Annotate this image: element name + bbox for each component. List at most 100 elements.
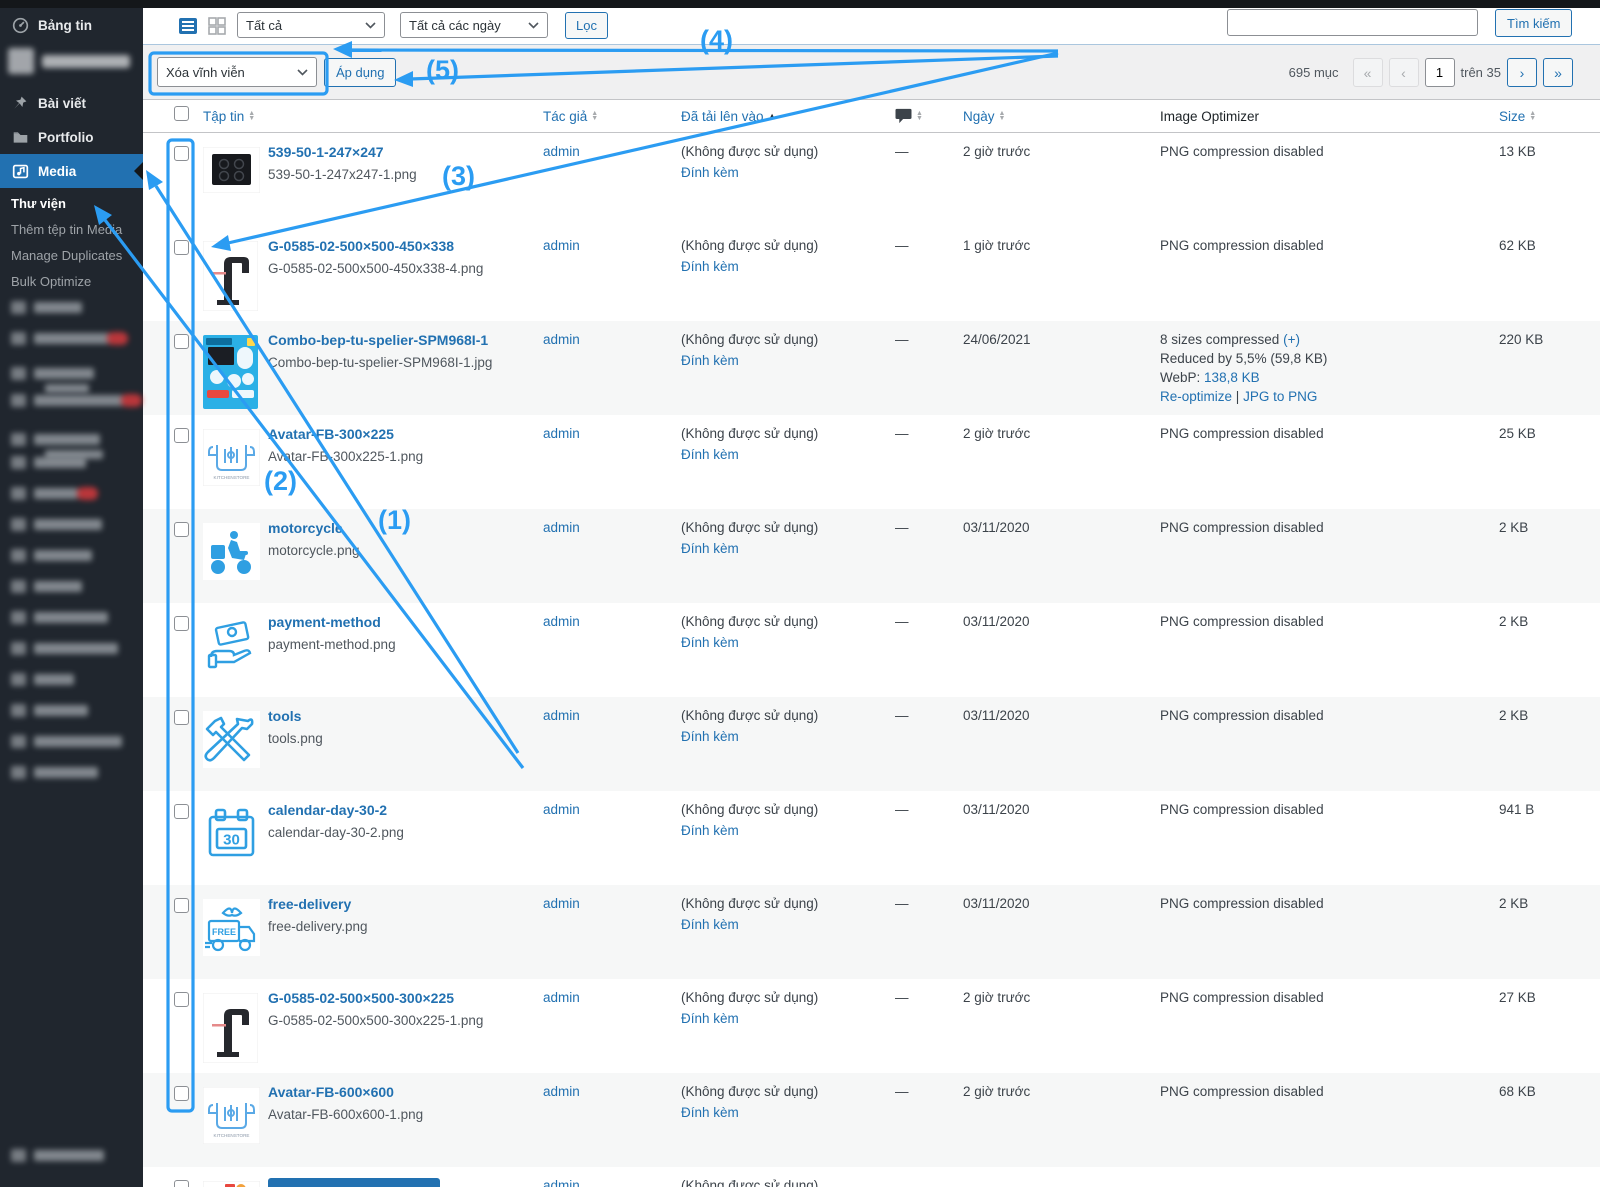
- column-header-comments[interactable]: ▲▼: [895, 108, 963, 124]
- submenu-item-bulk-optimize[interactable]: Bulk Optimize: [0, 268, 143, 294]
- comments-value: —: [895, 697, 963, 791]
- sidebar-item-media[interactable]: Media: [0, 154, 143, 188]
- attach-link[interactable]: Đính kèm: [681, 635, 739, 650]
- attach-link[interactable]: Đính kèm: [681, 729, 739, 744]
- optimizer-expand-link[interactable]: (+): [1283, 332, 1300, 347]
- media-title-link[interactable]: Avatar-FB-300×225: [268, 426, 394, 442]
- media-thumbnail[interactable]: [203, 523, 260, 580]
- media-type-filter[interactable]: Tất cả: [237, 12, 385, 38]
- apply-button[interactable]: Áp dụng: [324, 58, 396, 87]
- chevron-down-icon: [365, 22, 376, 29]
- media-title-link[interactable]: G-0585-02-500×500-450×338: [268, 238, 454, 254]
- search-button[interactable]: Tìm kiếm: [1495, 9, 1572, 37]
- media-thumbnail[interactable]: [203, 993, 260, 1050]
- author-link[interactable]: admin: [543, 614, 580, 629]
- next-page-button[interactable]: ›: [1507, 58, 1537, 87]
- media-title-link[interactable]: calendar-day-30-2: [268, 802, 387, 818]
- webp-link[interactable]: 138,8 KB: [1204, 370, 1260, 385]
- media-filename: payment-method.png: [268, 637, 543, 652]
- list-view-icon[interactable]: [177, 15, 199, 37]
- author-link[interactable]: admin: [543, 520, 580, 535]
- author-link[interactable]: admin: [543, 238, 580, 253]
- attach-link[interactable]: Đính kèm: [681, 165, 739, 180]
- current-page-input[interactable]: [1425, 58, 1455, 87]
- media-thumbnail[interactable]: [203, 617, 260, 674]
- row-checkbox[interactable]: [174, 616, 189, 631]
- media-filename: Avatar-FB-600x600-1.png: [268, 1107, 543, 1122]
- column-header-date[interactable]: Ngày▲▼: [963, 109, 1160, 124]
- reoptimize-link[interactable]: Re-optimize: [1160, 389, 1232, 404]
- media-thumbnail[interactable]: KITCHENSTORE: [203, 1087, 260, 1144]
- media-filename: calendar-day-30-2.png: [268, 825, 543, 840]
- attach-link[interactable]: Đính kèm: [681, 447, 739, 462]
- grid-view-icon[interactable]: [206, 15, 228, 37]
- row-checkbox[interactable]: [174, 898, 189, 913]
- media-thumbnail[interactable]: [203, 335, 260, 409]
- media-title-link[interactable]: Avatar-FB-600×600: [268, 1084, 394, 1100]
- row-checkbox[interactable]: [174, 428, 189, 443]
- column-header-size[interactable]: Size▲▼: [1499, 109, 1600, 124]
- author-link[interactable]: admin: [543, 1178, 580, 1187]
- media-thumbnail[interactable]: [203, 241, 260, 298]
- pagination: 695 mục « ‹ trên 35 › »: [1289, 58, 1573, 87]
- row-checkbox[interactable]: [174, 1180, 189, 1187]
- prev-page-button[interactable]: ‹: [1389, 58, 1419, 87]
- attach-link[interactable]: Đính kèm: [681, 1011, 739, 1026]
- search-input[interactable]: [1227, 9, 1478, 36]
- author-link[interactable]: admin: [543, 1084, 580, 1099]
- media-title-link[interactable]: 539-50-1-247×247: [268, 144, 384, 160]
- author-link[interactable]: admin: [543, 990, 580, 1005]
- media-thumbnail[interactable]: FREE: [203, 899, 260, 956]
- date-filter[interactable]: Tất cả các ngày: [400, 12, 548, 38]
- upload-date: 03/11/2020: [963, 509, 1160, 603]
- row-checkbox[interactable]: [174, 1086, 189, 1101]
- author-link[interactable]: admin: [543, 708, 580, 723]
- attach-link[interactable]: Đính kèm: [681, 259, 739, 274]
- attach-link[interactable]: Đính kèm: [681, 541, 739, 556]
- media-title-link[interactable]: payment-method: [268, 614, 381, 630]
- author-link[interactable]: admin: [543, 332, 580, 347]
- row-checkbox[interactable]: [174, 804, 189, 819]
- media-title-link[interactable]: free-delivery: [268, 896, 351, 912]
- column-header-uploaded[interactable]: Đã tải lên vào▲: [681, 109, 895, 124]
- author-link[interactable]: admin: [543, 802, 580, 817]
- submenu-item-add-media[interactable]: Thêm tệp tin Media: [0, 216, 143, 242]
- attach-link[interactable]: Đính kèm: [681, 917, 739, 932]
- row-checkbox[interactable]: [174, 240, 189, 255]
- select-all-checkbox[interactable]: [174, 106, 189, 121]
- media-thumbnail[interactable]: [203, 1181, 260, 1187]
- sidebar-item-portfolio[interactable]: Portfolio: [0, 120, 143, 154]
- row-checkbox[interactable]: [174, 334, 189, 349]
- attach-link[interactable]: Đính kèm: [681, 353, 739, 368]
- last-page-button[interactable]: »: [1543, 58, 1573, 87]
- media-title-link[interactable]: motorcycle: [268, 520, 343, 536]
- row-checkbox[interactable]: [174, 710, 189, 725]
- submenu-item-library[interactable]: Thư viện: [0, 190, 143, 216]
- row-checkbox[interactable]: [174, 522, 189, 537]
- sidebar-item-dashboard[interactable]: Bảng tin: [0, 8, 143, 42]
- first-page-button[interactable]: «: [1353, 58, 1383, 87]
- attach-link[interactable]: Đính kèm: [681, 823, 739, 838]
- filter-button[interactable]: Lọc: [565, 12, 608, 39]
- author-link[interactable]: admin: [543, 144, 580, 159]
- sidebar-item-label: Bảng tin: [38, 18, 92, 33]
- sidebar-item-posts[interactable]: Bài viết: [0, 86, 143, 120]
- media-thumbnail[interactable]: [203, 147, 260, 204]
- attach-link[interactable]: Đính kèm: [681, 1105, 739, 1120]
- row-checkbox[interactable]: [174, 146, 189, 161]
- unused-label: (Không được sử dụng): [681, 332, 895, 347]
- media-thumbnail[interactable]: 30: [203, 805, 260, 862]
- submenu-item-manage-duplicates[interactable]: Manage Duplicates: [0, 242, 143, 268]
- media-thumbnail[interactable]: [203, 711, 260, 768]
- media-title-link[interactable]: G-0585-02-500×500-300×225: [268, 990, 454, 1006]
- column-header-file[interactable]: Tập tin▲▼: [203, 109, 543, 124]
- media-title-link[interactable]: tools: [268, 708, 301, 724]
- row-checkbox[interactable]: [174, 992, 189, 1007]
- author-link[interactable]: admin: [543, 896, 580, 911]
- jpg-to-png-link[interactable]: JPG to PNG: [1243, 389, 1317, 404]
- column-header-author[interactable]: Tác giả▲▼: [543, 109, 681, 124]
- media-thumbnail[interactable]: KITCHENSTORE: [203, 429, 260, 486]
- bulk-action-select[interactable]: Xóa vĩnh viễn: [157, 57, 317, 87]
- author-link[interactable]: admin: [543, 426, 580, 441]
- media-title-link[interactable]: Combo-bep-tu-spelier-SPM968I-1: [268, 332, 488, 348]
